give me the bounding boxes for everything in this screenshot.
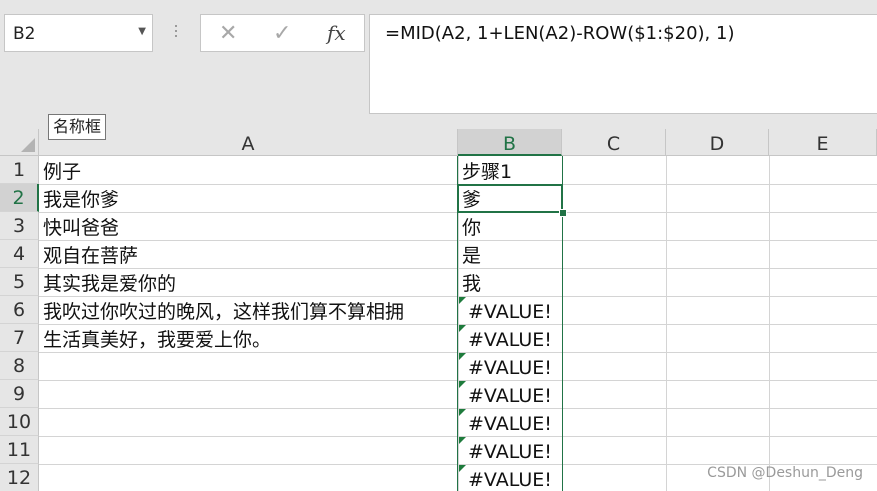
- name-box[interactable]: B2 ▼: [4, 14, 153, 52]
- row-header-4[interactable]: 4: [0, 240, 39, 268]
- formula-buttons: ✕ ✓ fx: [200, 14, 365, 52]
- row-header-6[interactable]: 6: [0, 296, 39, 324]
- column-header-b[interactable]: B: [458, 129, 562, 156]
- row-header-2[interactable]: 2: [0, 184, 39, 212]
- cell-a7[interactable]: 生活真美好，我要爱上你。: [43, 326, 271, 354]
- select-all-icon: [21, 138, 35, 152]
- formula-text: =MID(A2, 1+LEN(A2)-ROW($1:$20), 1): [385, 23, 735, 44]
- name-box-tooltip: 名称框: [48, 114, 107, 140]
- row-header-12[interactable]: 12: [0, 464, 39, 491]
- cell-a2[interactable]: 我是你爹: [43, 186, 119, 214]
- column-header-c[interactable]: C: [562, 129, 666, 156]
- row-header-7[interactable]: 7: [0, 324, 39, 352]
- formula-bar[interactable]: =MID(A2, 1+LEN(A2)-ROW($1:$20), 1): [369, 14, 877, 114]
- row-header-1[interactable]: 1: [0, 156, 39, 184]
- cell-a6[interactable]: 我吹过你吹过的晚风，这样我们算不算相拥: [43, 298, 457, 326]
- cell-a1[interactable]: 例子: [43, 158, 81, 186]
- select-all-button[interactable]: [0, 129, 39, 156]
- spreadsheet-grid[interactable]: A B C D E 1 2 3 4 5 6 7 8 9 10 11 12 例子 …: [0, 129, 877, 491]
- column-header-e[interactable]: E: [769, 129, 877, 156]
- check-icon[interactable]: ✓: [273, 21, 291, 46]
- drag-handle-icon[interactable]: [173, 22, 179, 44]
- column-header-d[interactable]: D: [666, 129, 769, 156]
- row-header-10[interactable]: 10: [0, 408, 39, 436]
- row-header-5[interactable]: 5: [0, 268, 39, 296]
- cell-a4[interactable]: 观自在菩萨: [43, 242, 138, 270]
- cell-a5[interactable]: 其实我是爱你的: [43, 270, 176, 298]
- watermark: CSDN @Deshun_Deng: [707, 465, 863, 481]
- active-cell-border: [457, 184, 563, 213]
- chevron-down-icon[interactable]: ▼: [138, 26, 146, 37]
- cell-a3[interactable]: 快叫爸爸: [43, 214, 119, 242]
- row-header-3[interactable]: 3: [0, 212, 39, 240]
- fill-handle[interactable]: [559, 209, 567, 217]
- row-header-11[interactable]: 11: [0, 436, 39, 464]
- cancel-icon[interactable]: ✕: [219, 21, 237, 46]
- insert-function-icon[interactable]: fx: [327, 21, 346, 45]
- row-header-8[interactable]: 8: [0, 352, 39, 380]
- name-box-value: B2: [13, 24, 36, 44]
- row-header-9[interactable]: 9: [0, 380, 39, 408]
